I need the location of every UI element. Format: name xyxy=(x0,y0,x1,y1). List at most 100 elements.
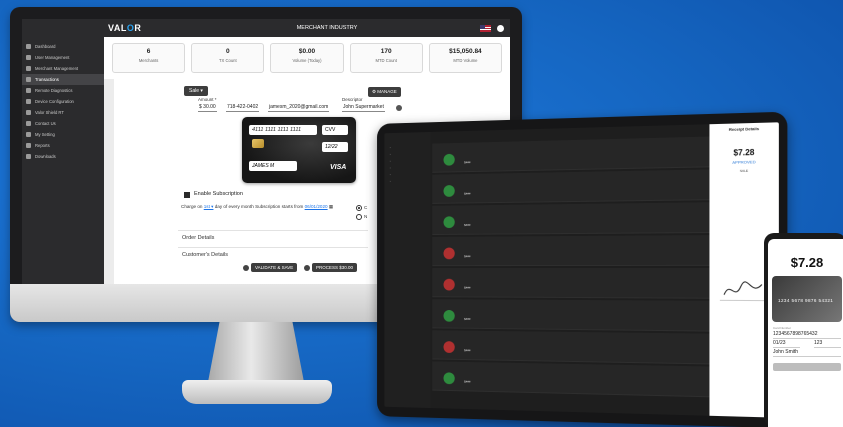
manage-button[interactable]: ⚙ MANAGE xyxy=(368,87,401,97)
phone-field[interactable]: 718-422-0402 xyxy=(226,104,260,112)
transaction-row[interactable]: $### xyxy=(432,235,710,267)
transaction-row[interactable]: $### xyxy=(432,330,710,365)
sidebar-item[interactable]: Contact Us xyxy=(22,118,104,129)
stat-card: 170 MTD Count xyxy=(349,43,423,73)
phone-name-field[interactable]: John Smith xyxy=(773,349,841,357)
stat-label: MTD Count xyxy=(375,58,397,63)
descriptor-field[interactable]: John Supermarket xyxy=(342,104,385,112)
charge-day-select[interactable]: 1st ▾ xyxy=(204,204,214,209)
validate-icon xyxy=(243,265,249,271)
credit-card: 4111 1111 1111 1111 CVV 12/22 JAMES M VI… xyxy=(242,117,356,183)
stat-card: 6 Merchants xyxy=(112,43,186,73)
sidebar-item-label: Valor Shield RT xyxy=(35,110,64,115)
declined-status-icon xyxy=(443,278,455,291)
start-date-field[interactable]: 06/01/2020 xyxy=(305,204,328,209)
approved-status-icon xyxy=(443,153,455,166)
stat-value: $15,050.84 xyxy=(449,48,482,55)
process-button[interactable]: PROCESS $30.00 xyxy=(312,263,358,272)
radio-option-a[interactable] xyxy=(356,205,362,211)
transaction-amount: $### xyxy=(464,254,471,259)
stat-card: $15,050.84 MTD Volume xyxy=(428,43,503,73)
sidebar-list: Dashboard User Management Merchant Managem… xyxy=(22,41,104,162)
cardholder-name-field[interactable]: JAMES M xyxy=(249,161,297,171)
tablet-sidebar-item[interactable]: • xyxy=(384,180,430,188)
sidebar-item[interactable]: Valor Shield RT xyxy=(22,107,104,118)
approved-status-icon xyxy=(443,216,455,229)
stat-value: 0 xyxy=(225,48,230,55)
transaction-row[interactable]: $### xyxy=(432,136,710,173)
stat-value: $0.00 xyxy=(298,48,316,55)
transaction-amount: $### xyxy=(464,191,471,196)
sidebar-item[interactable]: My Setting xyxy=(22,129,104,140)
stat-value: 170 xyxy=(380,48,392,55)
calendar-icon[interactable]: ▦ xyxy=(329,204,333,209)
sidebar-item[interactable]: User Management xyxy=(22,52,104,63)
email-field[interactable]: jamesm_2020@gmail.com xyxy=(268,104,330,112)
sidebar-item-label: Merchant Management xyxy=(35,66,79,71)
transaction-amount: $### xyxy=(464,379,471,384)
customers-details-section[interactable]: Customer's Details xyxy=(178,247,368,261)
subscription-label: Enable Subscription xyxy=(194,191,243,197)
phone-pay-button[interactable] xyxy=(773,363,841,371)
phone-screen: $7.28 1234 5678 9876 54321 Card Number 1… xyxy=(768,239,843,427)
sidebar-item-icon xyxy=(26,77,31,82)
phone-card-field[interactable]: 1234567898765432 xyxy=(773,331,841,339)
transaction-row[interactable]: $### xyxy=(432,169,710,204)
sidebar-item-label: Contact Us xyxy=(35,121,56,126)
page-title: MERCHANT INDUSTRY xyxy=(296,25,358,31)
validate-save-button[interactable]: VALIDATE & SAVE xyxy=(251,263,298,272)
sidebar-item-label: Dashboard xyxy=(35,44,56,49)
sidebar-item[interactable]: Remote Diagnostics xyxy=(22,85,104,96)
subscription-schedule: Charge on 1st ▾ day of every month Subsc… xyxy=(181,204,334,209)
approved-status-icon xyxy=(443,309,455,322)
transaction-row[interactable]: $### xyxy=(432,202,710,235)
phone-card-label: Card Number xyxy=(773,326,792,330)
transaction-type-dropdown[interactable]: Sale ▾ xyxy=(184,86,208,96)
stats-row: 6 Merchants 0 TX Count $0.00 Volume (Today) 17… xyxy=(112,43,503,73)
phone-exp-field[interactable]: 01/23 xyxy=(773,340,800,348)
monitor-base xyxy=(182,380,332,404)
sidebar-item[interactable]: Merchant Management xyxy=(22,63,104,74)
sidebar-item-label: Downloads xyxy=(35,154,56,159)
valor-logo: VALOR xyxy=(108,23,142,33)
sidebar-item[interactable]: Reports xyxy=(22,140,104,151)
transaction-amount: $### xyxy=(464,160,471,165)
sidebar-item-label: Remote Diagnostics xyxy=(35,88,73,93)
info-icon[interactable] xyxy=(396,105,402,111)
transaction-row[interactable]: $### xyxy=(432,299,710,332)
process-icon xyxy=(304,265,310,271)
cvv-field[interactable]: CVV xyxy=(322,125,348,135)
transaction-row[interactable]: $### xyxy=(432,361,710,398)
card-number-field[interactable]: 4111 1111 1111 1111 xyxy=(249,125,317,135)
stat-card: 0 TX Count xyxy=(191,43,265,73)
sidebar-item[interactable]: Transactions xyxy=(22,74,104,85)
radio-option-b[interactable] xyxy=(356,214,362,220)
expiry-field[interactable]: 12/22 xyxy=(322,142,348,152)
sidebar-item-label: Device Configuration xyxy=(35,99,74,104)
order-details-section[interactable]: Order Details xyxy=(178,230,368,244)
sidebar-item[interactable]: Device Configuration xyxy=(22,96,104,107)
stat-label: Volume (Today) xyxy=(292,58,322,63)
sidebar-item-icon xyxy=(26,132,31,137)
phone-cvv-field[interactable]: 123 xyxy=(814,340,841,348)
sidebar-item-icon xyxy=(26,143,31,148)
receipt-status: APPROVED xyxy=(732,159,756,165)
user-icon[interactable] xyxy=(497,24,504,32)
subscription-checkbox[interactable] xyxy=(184,192,190,198)
receipt-type: SALE xyxy=(739,168,748,173)
content-gutter xyxy=(104,79,114,291)
signature-icon xyxy=(720,278,766,301)
amount-field[interactable]: $ 30.00 xyxy=(198,104,217,112)
sidebar-item[interactable]: Downloads xyxy=(22,151,104,162)
sidebar-item-icon xyxy=(26,66,31,71)
us-flag-icon[interactable] xyxy=(480,24,491,32)
signature-area xyxy=(719,278,767,302)
sidebar-item-label: Transactions xyxy=(35,77,59,82)
stat-label: MTD Volume xyxy=(453,58,478,63)
transaction-row[interactable]: $### xyxy=(432,267,710,299)
stat-value: 6 xyxy=(146,48,151,55)
radio-option-b-label: N xyxy=(364,214,368,219)
transaction-amount: $### xyxy=(464,285,471,290)
amount-label: Amount * xyxy=(198,97,217,102)
sidebar-item[interactable]: Dashboard xyxy=(22,41,104,52)
